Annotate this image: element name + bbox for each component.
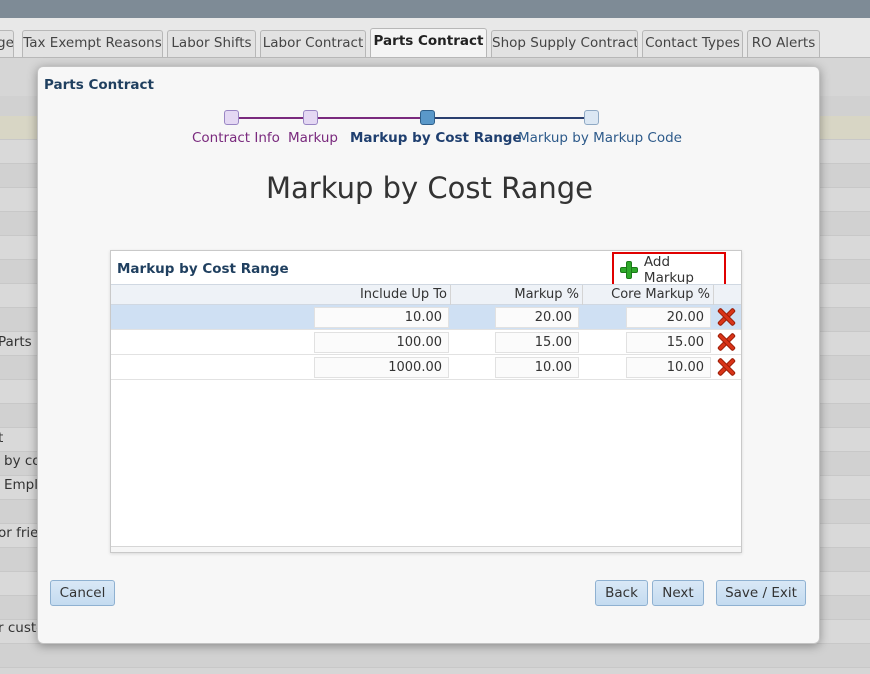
save-exit-button[interactable]: Save / Exit (716, 580, 806, 606)
train-stop-markup[interactable] (303, 110, 318, 125)
train-connector (435, 117, 585, 119)
train-label-markup[interactable]: Markup (288, 130, 338, 146)
markup-field[interactable]: 20.00 (495, 307, 579, 328)
table-row[interactable]: 10.00 20.00 20.00 (111, 305, 741, 330)
markup-field[interactable]: 10.00 (495, 357, 579, 378)
delete-row-icon[interactable] (716, 332, 737, 352)
add-markup-label: Add Markup (643, 253, 694, 286)
markup-by-cost-range-panel: Markup by Cost Range Add Markup Include … (110, 250, 742, 553)
panel-footer (111, 546, 741, 552)
add-markup-button[interactable]: Add Markup (612, 252, 726, 287)
table-row[interactable]: 1000.00 10.00 10.00 (111, 355, 741, 380)
tab-labor-contract[interactable]: Labor Contract (260, 30, 366, 57)
delete-row-icon[interactable] (716, 357, 737, 377)
table-row[interactable]: 100.00 15.00 15.00 (111, 330, 741, 355)
train-stop-markup-by-cost-range (420, 110, 435, 125)
tab-parts-contract[interactable]: Parts Contract (370, 28, 487, 57)
train-stop-contract-info[interactable] (224, 110, 239, 125)
bg-row (0, 644, 870, 668)
train-connector (318, 117, 428, 119)
tab-partial[interactable]: ge (0, 30, 14, 57)
include-up-to-field[interactable]: 100.00 (314, 332, 449, 353)
tab-contact-types[interactable]: Contact Types (642, 30, 743, 57)
core-markup-field[interactable]: 10.00 (626, 357, 711, 378)
train-label-markup-by-cost-range: Markup by Cost Range (350, 130, 522, 146)
train-label-markup-by-markup-code[interactable]: Markup by Markup Code (518, 130, 682, 146)
tab-shop-supply-contract[interactable]: Shop Supply Contract (491, 30, 638, 57)
tab-ro-alerts[interactable]: RO Alerts (747, 30, 820, 57)
parts-contract-dialog: Parts Contract Contract Info Markup Mark… (37, 66, 820, 644)
bg-label: t (0, 430, 4, 446)
panel-title: Markup by Cost Range (117, 261, 289, 277)
page-heading: Markup by Cost Range (265, 171, 593, 205)
train-stop-markup-by-markup-code[interactable] (584, 110, 599, 125)
tab-strip: ge Tax Exempt Reasons Labor Shifts Labor… (0, 18, 870, 58)
column-header-include-up-to[interactable]: Include Up To (111, 285, 451, 305)
tab-labor-shifts[interactable]: Labor Shifts (167, 30, 256, 57)
bg-label: by co (4, 453, 41, 469)
include-up-to-field[interactable]: 10.00 (314, 307, 449, 328)
tab-tax-exempt-reasons[interactable]: Tax Exempt Reasons (22, 30, 163, 57)
core-markup-field[interactable]: 20.00 (626, 307, 711, 328)
add-icon (620, 260, 638, 279)
train-connector (238, 117, 311, 119)
bg-label: Parts (0, 334, 32, 350)
cancel-button[interactable]: Cancel (50, 580, 115, 606)
include-up-to-field[interactable]: 1000.00 (314, 357, 449, 378)
next-button[interactable]: Next (652, 580, 704, 606)
app-top-bar (0, 0, 870, 18)
dialog-title: Parts Contract (44, 77, 154, 93)
back-button[interactable]: Back (595, 580, 648, 606)
column-header-core-markup[interactable]: Core Markup % (583, 285, 714, 305)
core-markup-field[interactable]: 15.00 (626, 332, 711, 353)
table-header: Include Up To Markup % Core Markup % (111, 284, 741, 305)
train-label-contract-info[interactable]: Contract Info (192, 130, 280, 146)
delete-row-icon[interactable] (716, 307, 737, 327)
markup-field[interactable]: 15.00 (495, 332, 579, 353)
column-header-markup[interactable]: Markup % (451, 285, 583, 305)
